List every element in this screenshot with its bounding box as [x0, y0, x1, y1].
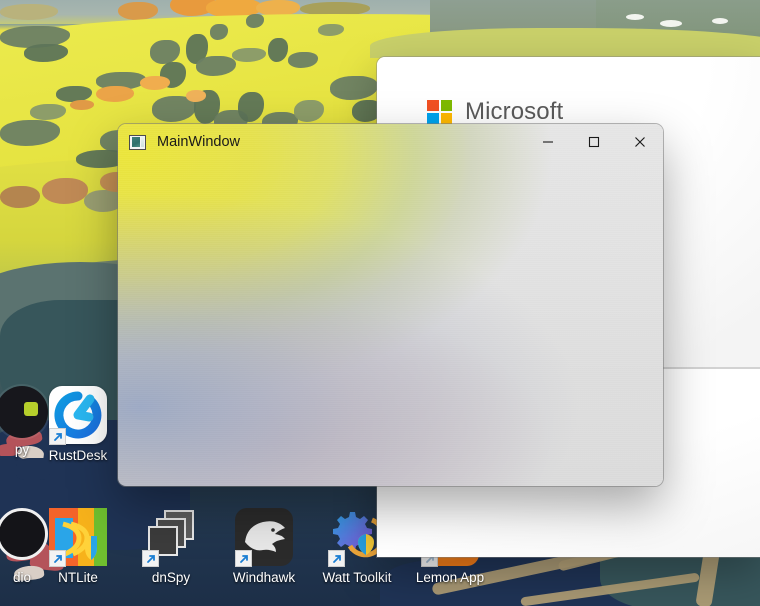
window-controls [525, 124, 663, 160]
desktop-icon-label: RustDesk [48, 448, 108, 463]
maximize-button[interactable] [571, 124, 617, 160]
close-button[interactable] [617, 124, 663, 160]
microsoft-brand: Microsoft [427, 98, 563, 126]
desktop-icon-rustdesk[interactable]: RustDesk [30, 386, 126, 470]
shortcut-arrow-icon [328, 550, 345, 567]
desktop: py RustDesk dio NTLite dnSpy Windhawk Wa… [0, 0, 760, 606]
desktop-icon-dnspy[interactable]: dnSpy [123, 508, 219, 592]
desktop-icon-label: Windhawk [232, 570, 296, 585]
desktop-icon-windhawk[interactable]: Windhawk [216, 508, 312, 592]
desktop-icon-ntlite[interactable]: NTLite [30, 508, 126, 592]
desktop-icon-label: Lemon App [415, 570, 485, 585]
desktop-icon-label: NTLite [58, 570, 98, 585]
desktop-icon-label: dnSpy [151, 570, 191, 585]
main-window-title: MainWindow [157, 134, 240, 150]
app-window-icon [129, 134, 146, 150]
microsoft-logo-icon [427, 99, 452, 125]
microsoft-brand-label: Microsoft [465, 98, 564, 125]
shortcut-arrow-icon [142, 550, 159, 567]
shortcut-arrow-icon [49, 550, 66, 567]
main-window-titlebar[interactable]: MainWindow [118, 124, 663, 160]
minimize-button[interactable] [525, 124, 571, 160]
shortcut-arrow-icon [49, 428, 66, 445]
shortcut-arrow-icon [235, 550, 252, 567]
desktop-icon-label: Watt Toolkit [322, 570, 392, 585]
main-window[interactable]: MainWindow [118, 124, 663, 486]
main-window-body [118, 160, 663, 486]
